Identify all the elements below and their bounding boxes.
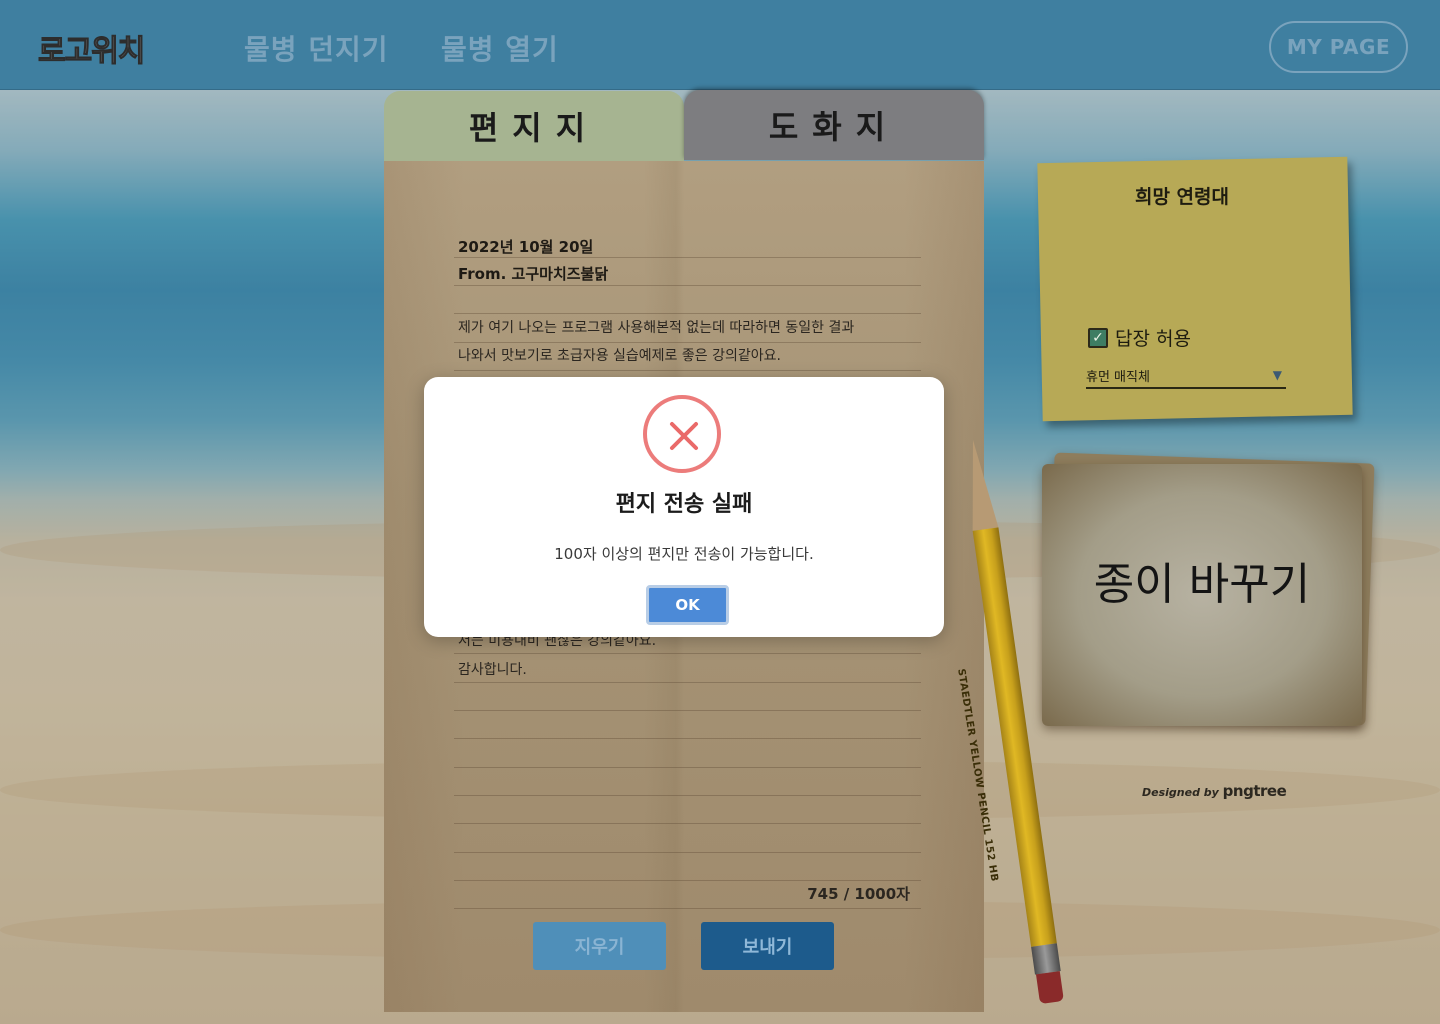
reply-allow-checkbox[interactable]: ✓: [1088, 328, 1108, 348]
font-select-value: 휴먼 매직체: [1086, 369, 1150, 385]
reply-allow-label[interactable]: 답장 허용: [1115, 324, 1191, 351]
paper-line: [454, 370, 921, 371]
paper-line: [454, 313, 921, 314]
send-button[interactable]: 보내기: [701, 922, 834, 970]
modal-title: 편지 전송 실패: [615, 492, 753, 517]
paper-line: [454, 880, 921, 881]
paper-line: [454, 710, 921, 711]
pngtree-credit: Designed by pngtree: [1142, 782, 1287, 800]
paper-line: [454, 257, 921, 258]
logo[interactable]: 로고위치: [37, 26, 145, 70]
change-paper-button[interactable]: 종이 바꾸기: [1042, 548, 1362, 612]
nav-link-throw-bottle[interactable]: 물병 던지기: [244, 28, 389, 68]
nav-link-open-bottle[interactable]: 물병 열기: [441, 28, 559, 68]
tab-drawing-paper[interactable]: 도화지: [684, 90, 984, 160]
ok-button[interactable]: OK: [646, 585, 729, 625]
credit-prefix: Designed by: [1142, 786, 1219, 799]
chevron-down-icon: ▼: [1272, 368, 1282, 382]
paper-line: [454, 285, 921, 286]
x-circle-icon: [643, 395, 721, 473]
paper-line: [454, 682, 921, 683]
paper-line: [454, 767, 921, 768]
letter-date[interactable]: 2022년 10월 20일: [458, 236, 593, 257]
age-range-title[interactable]: 희망 연령대: [1130, 182, 1234, 209]
top-nav: 로고위치 물병 던지기 물병 열기 MY PAGE: [0, 0, 1440, 90]
tab-letter-paper[interactable]: 편지지: [384, 91, 684, 161]
my-page-button[interactable]: MY PAGE: [1269, 21, 1408, 73]
paper-line: [454, 795, 921, 796]
credit-brand: pngtree: [1222, 782, 1287, 800]
paper-line: [454, 342, 921, 343]
paper-line: [454, 852, 921, 853]
modal-message: 100자 이상의 편지만 전송이 가능합니다.: [554, 545, 814, 563]
paper-line: [454, 738, 921, 739]
letter-closing[interactable]: 감사합니다.: [458, 659, 527, 679]
character-counter: 745 / 1000자: [807, 885, 910, 903]
letter-from[interactable]: From. 고구마치즈불닭: [458, 263, 608, 284]
letter-body-line[interactable]: 제가 여기 나오는 프로그램 사용해본적 없는데 따라하면 동일한 결과: [458, 317, 854, 337]
paper-line: [454, 908, 921, 909]
letter-body-line[interactable]: 나와서 맛보기로 초급자용 실습예제로 좋은 강의같아요.: [458, 345, 781, 365]
font-select[interactable]: 휴먼 매직체 ▼: [1086, 363, 1286, 389]
clear-button[interactable]: 지우기: [533, 922, 666, 970]
paper-line: [454, 823, 921, 824]
paper-line: [454, 653, 921, 654]
